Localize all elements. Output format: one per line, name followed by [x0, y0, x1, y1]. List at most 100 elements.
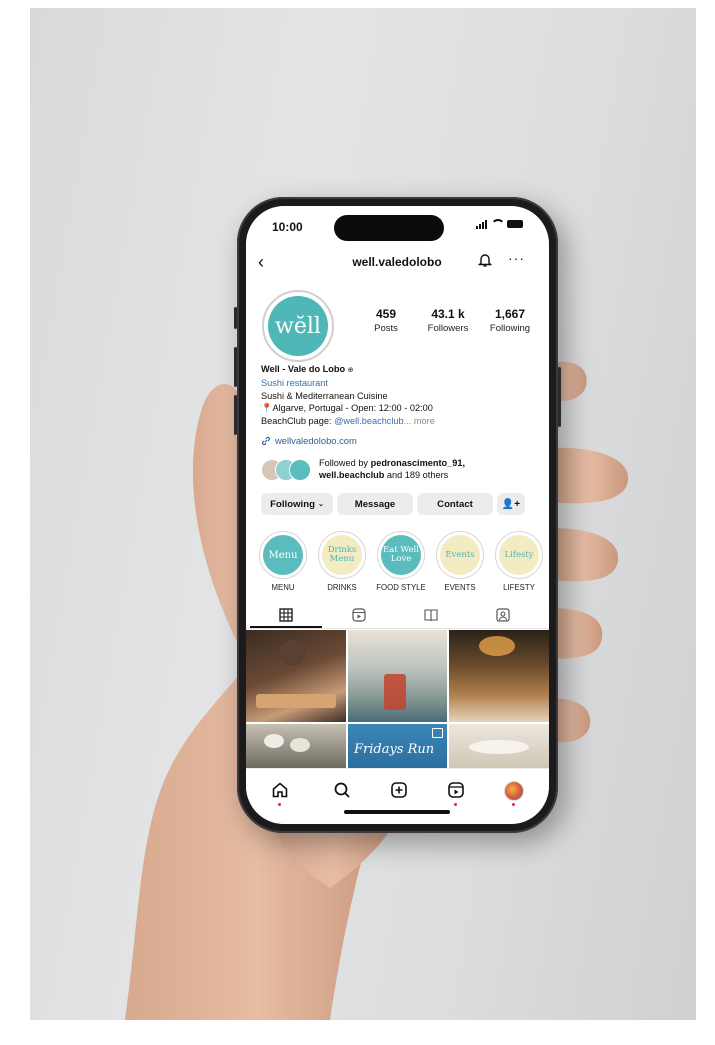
dynamic-island: [334, 215, 444, 241]
highlight-cover: Lifesty: [499, 535, 539, 575]
post-drink: [384, 674, 406, 710]
reels-nav-icon[interactable]: [447, 781, 465, 799]
post-sushi: [264, 734, 284, 748]
highlight-label: LIFESTY: [503, 583, 535, 592]
avatar[interactable]: wĕll: [262, 290, 334, 362]
contact-button[interactable]: Contact: [417, 493, 493, 515]
avatar-logo: wĕll: [268, 296, 328, 356]
website-link[interactable]: wellvaledolobo.com: [261, 435, 357, 446]
stat-label: Following: [489, 323, 531, 334]
stat-value: 459: [375, 307, 397, 321]
threads-icon: ⊕: [347, 367, 354, 374]
highlight-cover: Eat Well Love: [381, 535, 421, 575]
highlight-food-style[interactable]: Eat Well Love FOOD STYLE: [376, 531, 426, 592]
stat-label: Posts: [374, 323, 398, 334]
signal-icon: [476, 219, 487, 229]
highlight-events[interactable]: Events EVENTS: [435, 531, 485, 592]
profile-actions: Following ⌄ Message Contact 👤+: [261, 493, 525, 515]
story-highlights: Menu MENU Drinks Menu DRINKS Eat Well Lo…: [258, 531, 544, 592]
post-table: [469, 740, 529, 754]
add-user-button[interactable]: 👤+: [497, 493, 525, 515]
highlight-ring: Lifesty: [495, 531, 543, 579]
status-icons: [476, 219, 523, 229]
post-thumbnail[interactable]: [449, 724, 549, 768]
post-lamp: [479, 636, 515, 656]
post-thumbnail[interactable]: [348, 630, 447, 722]
stat-posts[interactable]: 459 Posts: [358, 307, 414, 334]
carousel-icon: [432, 728, 443, 738]
home-indicator: [344, 810, 450, 814]
link-icon: [262, 436, 270, 445]
post-thumbnail[interactable]: [246, 724, 346, 768]
stat-label: Followers: [427, 323, 469, 334]
bottom-navigation: [246, 768, 549, 824]
following-button[interactable]: Following ⌄: [261, 493, 333, 515]
guides-icon[interactable]: [424, 608, 438, 622]
highlight-lifestyle[interactable]: Lifesty LIFESTY: [494, 531, 544, 592]
post-caption: Fridays Run: [354, 742, 435, 757]
highlight-cover: Menu: [263, 535, 303, 575]
followed-prefix: Followed by: [319, 458, 369, 468]
add-user-icon: 👤+: [501, 498, 521, 510]
posts-grid: Fridays Run: [246, 630, 549, 768]
home-icon[interactable]: [271, 781, 289, 799]
phone-screen: 10:00 ‹ well.valedolobo ··· wĕll 459 Pos…: [246, 206, 549, 824]
highlight-cover: Events: [440, 535, 480, 575]
highlight-label: MENU: [271, 583, 295, 592]
highlight-ring: Menu: [259, 531, 307, 579]
followed-user-1: pedronascimento_91,: [370, 458, 466, 468]
highlight-ring: Events: [436, 531, 484, 579]
post-thumbnail[interactable]: [449, 630, 549, 722]
home-notification-dot: [278, 803, 281, 806]
phone-device: 10:00 ‹ well.valedolobo ··· wĕll 459 Pos…: [234, 197, 561, 833]
search-icon[interactable]: [333, 781, 351, 799]
highlight-label: DRINKS: [327, 583, 357, 592]
post-thumbnail[interactable]: Fridays Run: [348, 724, 447, 768]
following-label: Following: [270, 498, 315, 510]
reels-icon[interactable]: [352, 608, 366, 622]
highlight-label: FOOD STYLE: [376, 583, 426, 592]
phone-side-button: [234, 307, 237, 329]
stat-value: 1,667: [494, 307, 526, 321]
stat-following[interactable]: 1,667 Following: [482, 307, 538, 334]
highlight-menu[interactable]: Menu MENU: [258, 531, 308, 592]
follower-avatar: [289, 459, 311, 481]
active-tab-indicator: [250, 626, 322, 628]
new-post-icon[interactable]: [390, 781, 408, 799]
followed-by-text: Followed by pedronascimento_91, well.bea…: [319, 457, 465, 481]
bio-more-link[interactable]: ... more: [404, 416, 435, 426]
profile-avatar-icon[interactable]: [504, 781, 524, 801]
grid-icon[interactable]: [279, 608, 293, 622]
phone-power-button: [558, 367, 561, 427]
profile-name: Well - Vale do Lobo: [261, 364, 346, 374]
followed-user-2: well.beachclub: [319, 470, 385, 480]
post-food: [256, 694, 336, 708]
profile-category[interactable]: Sushi restaurant: [261, 377, 541, 389]
followed-suffix: and 189 others: [386, 470, 449, 480]
wifi-icon: [491, 219, 505, 229]
post-sushi: [290, 738, 310, 752]
phone-volume-down: [234, 395, 237, 435]
battery-icon: [507, 220, 523, 228]
bio-line-1: Sushi & Mediterranean Cuisine: [261, 390, 388, 401]
message-button[interactable]: Message: [337, 493, 413, 515]
bell-icon[interactable]: [478, 252, 492, 268]
back-icon[interactable]: ‹: [258, 252, 264, 273]
website-link-text: wellvaledolobo.com: [275, 435, 357, 446]
highlight-label: EVENTS: [444, 583, 476, 592]
reels-notification-dot: [454, 803, 457, 806]
followed-by[interactable]: Followed by pedronascimento_91, well.bea…: [261, 455, 541, 483]
profile-notification-dot: [512, 803, 515, 806]
more-options-icon[interactable]: ···: [508, 250, 525, 266]
profile-header: ‹ well.valedolobo ···: [246, 250, 549, 274]
tagged-icon[interactable]: [496, 608, 510, 622]
stat-followers[interactable]: 43.1 k Followers: [420, 307, 476, 334]
highlight-drinks[interactable]: Drinks Menu DRINKS: [317, 531, 367, 592]
bio-line-2: Algarve, Portugal - Open: 12:00 - 02:00: [272, 403, 433, 414]
stat-value: 43.1 k: [431, 307, 465, 321]
bio-line-3-prefix: BeachClub page:: [261, 415, 332, 426]
pin-icon: 📍: [261, 403, 273, 414]
post-thumbnail[interactable]: [246, 630, 346, 722]
beachclub-handle-link[interactable]: @well.beachclub: [334, 416, 404, 426]
post-figure: [280, 640, 306, 666]
